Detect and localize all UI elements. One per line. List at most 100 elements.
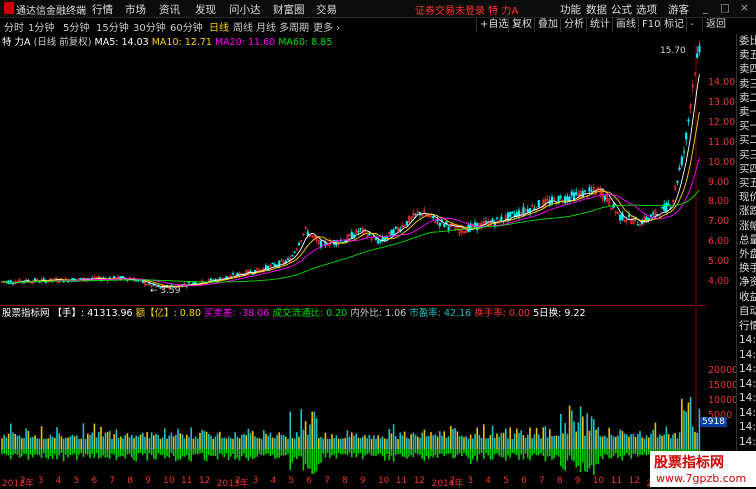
period-tab-30min[interactable]: 30分钟	[133, 19, 166, 34]
menu-item-function[interactable]: 功能	[560, 2, 581, 17]
analyze-button[interactable]: 分析	[560, 18, 587, 32]
outflow-bar	[300, 449, 302, 457]
menu-item-options[interactable]: 选项	[636, 2, 657, 17]
period-tab-more[interactable]: 更多 ›	[313, 19, 340, 34]
menu-item-trade[interactable]: 交易	[316, 2, 337, 17]
menu-item-quotes[interactable]: 行情	[92, 2, 113, 17]
volume-bar	[287, 438, 289, 449]
outflow-bar	[113, 449, 115, 455]
volume-bar	[161, 437, 164, 449]
volume-bar	[131, 434, 133, 449]
outflow-bar	[313, 449, 316, 474]
outflow-bar	[401, 449, 404, 457]
volume-chart[interactable]: 股票指标网 【手】: 41313.96 额【亿】: 0.80 买卖差: -38.…	[0, 305, 738, 475]
draw-button[interactable]: 画线	[612, 18, 639, 32]
volume-bar	[21, 438, 23, 449]
outflow-bar	[34, 449, 36, 455]
volume-bar	[560, 414, 562, 449]
menu-item-guest[interactable]: 游客	[668, 2, 689, 17]
quote-field-label: 涨跌	[739, 205, 756, 218]
volume-bar	[296, 432, 298, 449]
period-tab-monthly[interactable]: 月线	[256, 19, 276, 34]
outflow-bar	[491, 449, 494, 460]
back-button[interactable]: 返回	[702, 18, 729, 32]
volume-bar	[313, 411, 316, 449]
outflow-bar	[542, 449, 544, 456]
outflow-bar	[78, 449, 80, 455]
price-chart[interactable]: 特 力A (日线 前复权) MA5: 14.03 MA10: 12.71 MA2…	[0, 34, 735, 304]
outflow-bar	[36, 449, 38, 455]
volume-bar	[111, 438, 113, 449]
volume-bar	[40, 426, 43, 449]
volume-bar	[106, 431, 109, 449]
outflow-bar	[353, 449, 355, 454]
outflow-bar	[45, 449, 47, 458]
period-tab-multi[interactable]: 多周期	[279, 19, 309, 34]
period-tab-weekly[interactable]: 周线	[233, 19, 253, 34]
volume-bar	[366, 438, 368, 449]
time-tick: 2	[19, 476, 26, 486]
menu-item-wealth[interactable]: 财富圈	[273, 2, 305, 17]
volume-bar	[139, 434, 142, 449]
menu-item-market[interactable]: 市场	[125, 2, 146, 17]
volume-badge: 5918	[700, 417, 727, 427]
maximize-icon[interactable]: □	[720, 2, 730, 14]
outflow-bar	[227, 449, 230, 461]
volume-bar	[399, 432, 401, 449]
time-tick: 9	[360, 476, 366, 486]
volume-bar	[73, 436, 76, 449]
candle-body	[443, 224, 446, 227]
ma5-value: MA5: 14.03	[94, 37, 149, 48]
outflow-bar	[524, 449, 527, 454]
outflow-bar	[71, 449, 74, 455]
close-icon[interactable]: ×	[740, 2, 749, 14]
menu-item-data[interactable]: 数据	[586, 2, 607, 17]
outflow-bar	[461, 449, 463, 457]
overlay-button[interactable]: 叠加	[534, 18, 561, 32]
period-tab-daily[interactable]: 日线	[209, 19, 229, 34]
volume-bar	[49, 434, 52, 449]
period-tab-5min[interactable]: 5分钟	[63, 19, 89, 34]
outflow-bar	[595, 449, 597, 465]
add-watchlist-button[interactable]: +自选	[476, 18, 511, 32]
candle-body	[647, 217, 650, 220]
volume-bar	[648, 437, 650, 449]
volume-bar	[271, 437, 274, 449]
mark-button[interactable]: 标记	[660, 18, 687, 32]
volume-bar	[254, 436, 256, 449]
outflow-bar	[478, 449, 481, 455]
volume-bar	[685, 411, 687, 449]
quote-field-label: 卖二	[739, 91, 756, 104]
period-tab-60min[interactable]: 60分钟	[170, 19, 203, 34]
candle-body	[687, 119, 690, 122]
minimize-icon[interactable]: _	[703, 2, 708, 14]
collapse-button[interactable]: -	[686, 18, 697, 32]
price-tick: 12.00	[708, 116, 736, 128]
outflow-bar	[522, 449, 525, 460]
outflow-bar	[276, 449, 278, 459]
outflow-bar	[205, 449, 208, 462]
period-tab-1min[interactable]: 1分钟	[28, 19, 54, 34]
time-tick: 12	[198, 476, 211, 486]
quote-field-label: 外盘	[739, 248, 756, 260]
outflow-bar	[203, 449, 206, 460]
volume-bar	[27, 430, 30, 449]
outflow-bar	[590, 449, 593, 466]
outflow-bar	[197, 449, 199, 455]
outflow-bar	[177, 449, 179, 460]
adjust-button[interactable]: 复权	[508, 18, 535, 32]
outflow-bar	[509, 449, 511, 458]
menu-item-discover[interactable]: 发现	[195, 2, 216, 17]
volume-bar	[485, 438, 487, 449]
menu-item-news[interactable]: 资讯	[159, 2, 180, 17]
volume-bar	[403, 431, 406, 449]
quote-field-label: 买五	[739, 177, 756, 189]
stats-button[interactable]: 统计	[586, 18, 613, 32]
period-tab-15min[interactable]: 15分钟	[96, 19, 129, 34]
outflow-bar	[311, 449, 313, 475]
period-tab-intraday[interactable]: 分时	[4, 19, 24, 34]
menu-item-assistant[interactable]: 问小达	[229, 2, 261, 17]
outflow-bar	[511, 449, 514, 454]
menu-item-formula[interactable]: 公式	[611, 2, 632, 17]
login-notice[interactable]: 证券交易未登录 特 力A	[415, 2, 518, 17]
